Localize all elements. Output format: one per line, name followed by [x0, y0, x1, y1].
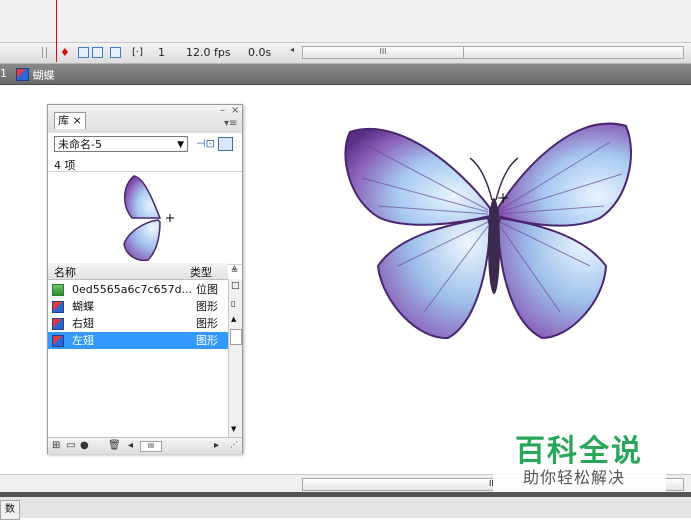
tab-properties[interactable]: 数 — [0, 500, 20, 520]
resize-grip-icon[interactable]: ⋰ — [230, 440, 238, 449]
scroll-left-icon[interactable]: ◂ — [128, 440, 133, 451]
tab-library[interactable]: 库 × — [54, 112, 86, 129]
timeline-scroll-thumb[interactable]: III — [303, 47, 464, 58]
new-symbol-icon[interactable]: ⊞ — [52, 440, 60, 451]
item-type: 图形 — [196, 300, 218, 313]
current-frame: 1 — [158, 46, 165, 59]
list-item-selected[interactable]: 左翅 图形 — [48, 332, 228, 349]
center-frame-icon[interactable] — [78, 47, 89, 58]
library-titlebar[interactable]: 库 × – × ▾≡ — [48, 105, 242, 133]
library-preview — [48, 171, 242, 265]
square-icon[interactable]: □ — [231, 281, 240, 291]
library-hscroll-thumb[interactable]: III — [140, 441, 162, 452]
left-wing — [344, 127, 492, 340]
tab-library-label: 库 — [58, 114, 70, 127]
graphic-symbol-icon — [52, 335, 64, 347]
column-type[interactable]: 类型 — [190, 264, 212, 280]
item-name: 蝴蝶 — [72, 300, 94, 313]
edit-bar: 1 蝴蝶 — [0, 64, 691, 85]
graphic-symbol-icon — [52, 318, 64, 330]
item-name: 0ed5565a6c7c657d... — [72, 283, 193, 296]
item-type: 图形 — [196, 334, 218, 347]
bitmap-icon — [52, 284, 64, 296]
watermark: 百科全说 助你轻松解决 — [493, 420, 666, 492]
timeline-grip[interactable] — [42, 47, 47, 58]
list-item[interactable]: 蝴蝶 图形 — [48, 298, 228, 315]
properties-panel-area — [0, 497, 691, 518]
onion-skin-outlines-icon[interactable] — [110, 47, 121, 58]
pin-icon[interactable]: ⊣⊡ — [196, 137, 215, 150]
scroll-right-icon[interactable]: ▸ — [214, 440, 219, 451]
timeline-frames-area[interactable] — [0, 0, 691, 42]
graphic-symbol-icon — [52, 301, 64, 313]
left-wing-preview — [123, 175, 174, 262]
scroll-up-icon[interactable]: ▲ — [231, 315, 236, 323]
item-name: 左翅 — [72, 334, 94, 347]
column-name[interactable]: 名称 — [54, 264, 76, 280]
tab-close-icon[interactable]: × — [73, 114, 82, 127]
item-type: 位图 — [196, 283, 218, 296]
elapsed-time: 0.0s — [248, 46, 272, 59]
onion-skin-icon[interactable] — [92, 47, 103, 58]
butterfly-artwork[interactable] — [338, 106, 638, 346]
document-select-value: 未命名-5 — [58, 138, 102, 151]
graphic-symbol-icon — [16, 68, 29, 81]
playhead-marker-icon[interactable]: ♦ — [60, 46, 70, 60]
item-name: 右翅 — [72, 317, 94, 330]
breadcrumb-scene[interactable]: 1 — [0, 67, 7, 80]
library-panel[interactable]: 库 × – × ▾≡ 未命名-5 ▼ ⊣⊡ 4 项 名称 类型 ≜ 0ed556… — [47, 104, 243, 454]
edit-multiple-frames-icon[interactable]: [·] — [132, 46, 143, 60]
library-column-header: 名称 类型 — [48, 263, 228, 280]
timeline-horizontal-scrollbar[interactable]: III — [302, 46, 684, 59]
library-footer: ⊞ ▭ ● 🗑 ◂ III ▸ ⋰ — [48, 437, 242, 454]
delete-icon[interactable]: 🗑 — [108, 440, 121, 451]
frame-rate[interactable]: 12.0 fps — [186, 46, 231, 60]
list-item[interactable]: 右翅 图形 — [48, 315, 228, 332]
breadcrumb-symbol-label: 蝴蝶 — [32, 69, 55, 82]
breadcrumb-symbol[interactable]: 蝴蝶 — [16, 67, 55, 83]
library-vscroll-thumb[interactable] — [230, 329, 242, 345]
chevron-down-icon: ▼ — [177, 140, 184, 150]
playhead-line — [56, 0, 57, 62]
close-icon[interactable]: × — [231, 105, 239, 116]
scroll-grip-icon[interactable]: ▯ — [231, 299, 235, 308]
document-select[interactable]: 未命名-5 ▼ — [54, 136, 188, 152]
item-type: 图形 — [196, 317, 218, 330]
new-folder-icon[interactable]: ▭ — [66, 440, 75, 451]
minimize-icon[interactable]: – — [220, 105, 225, 116]
sort-icon[interactable]: ≜ — [228, 263, 241, 279]
list-item[interactable]: 0ed5565a6c7c657d... 位图 — [48, 281, 228, 298]
scroll-down-icon[interactable]: ▼ — [231, 425, 236, 433]
library-vertical-scrollbar[interactable]: □ ▯ ▲ ▼ — [228, 279, 242, 437]
new-library-panel-icon[interactable] — [218, 137, 233, 151]
scroll-left-icon[interactable]: ◂ — [290, 45, 294, 54]
right-wing — [496, 122, 632, 340]
watermark-subtitle: 助你轻松解决 — [523, 468, 626, 487]
panel-menu-icon[interactable]: ▾≡ — [224, 118, 237, 129]
properties-icon[interactable]: ● — [80, 440, 89, 451]
